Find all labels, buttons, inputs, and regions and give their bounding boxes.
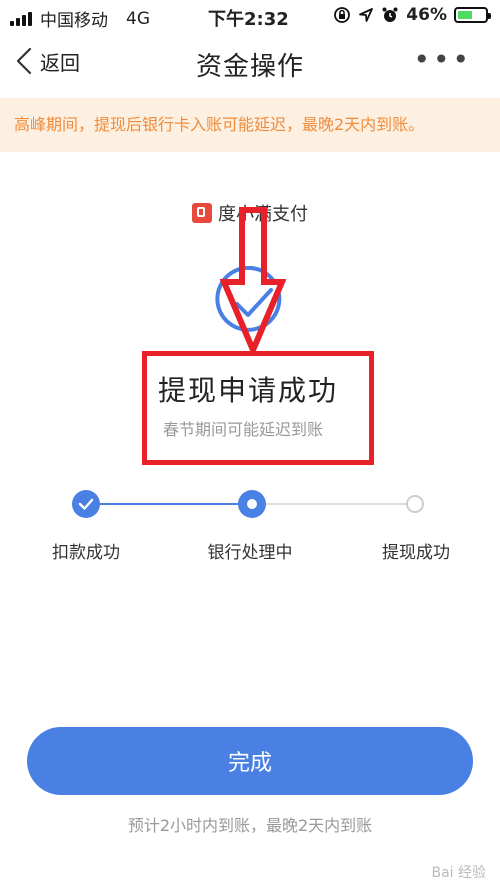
progress-steps: 扣款成功 银行处理中 提现成功 — [0, 490, 500, 570]
step-label-withdraw-success: 提现成功 — [382, 543, 450, 563]
signal-icon — [10, 11, 32, 26]
step-line-completed — [100, 503, 238, 505]
location-icon — [359, 8, 374, 22]
delay-notice-banner: 高峰期间，提现后银行卡入账可能延迟，最晚2天内到账。 — [0, 98, 500, 152]
status-left: 中国移动 4G — [10, 6, 150, 31]
battery-fill — [458, 11, 472, 19]
result-subtitle: 春节期间可能延迟到账 — [163, 420, 324, 439]
battery-percent: 46% — [406, 5, 447, 25]
watermark: Bai 经验 — [431, 865, 486, 881]
step-done-dot — [72, 490, 100, 518]
status-time: 下午2:32 — [208, 9, 289, 30]
annotation-arrow-icon — [220, 207, 286, 354]
alarm-icon — [382, 7, 398, 22]
arrival-estimate-note: 预计2小时内到账，最晚2天内到账 — [127, 816, 373, 835]
orientation-lock-icon — [334, 7, 351, 23]
done-button[interactable]: 完成 — [27, 727, 473, 795]
checkmark-icon — [78, 498, 94, 510]
step-current-dot — [238, 490, 266, 518]
step-pending-dot — [406, 495, 424, 513]
status-right: 46% — [333, 5, 491, 25]
more-options-button[interactable]: ••• — [413, 46, 472, 74]
step-line-pending — [266, 503, 406, 505]
status-bar: 中国移动 4G 下午2:32 46% — [0, 0, 500, 32]
step-label-bank-processing: 银行处理中 — [207, 543, 293, 563]
result-title: 提现申请成功 — [158, 374, 339, 407]
battery-icon — [454, 7, 491, 23]
brand-logo-icon — [192, 203, 212, 223]
step-label-deducted: 扣款成功 — [52, 543, 120, 563]
nav-bar: 返回 资金操作 ••• — [0, 32, 500, 98]
network-label: 4G — [126, 8, 150, 29]
carrier-label: 中国移动 — [40, 11, 108, 31]
